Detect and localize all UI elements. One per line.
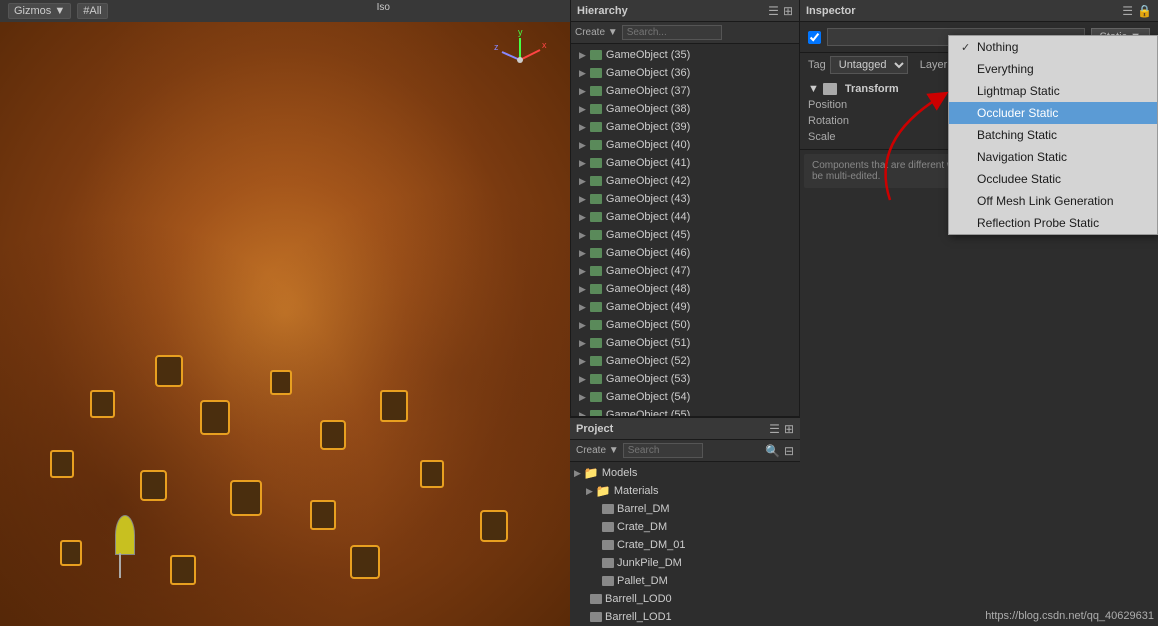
- transform-expand-icon: ▼: [808, 83, 819, 95]
- project-item[interactable]: Barrell_LOD1: [570, 608, 800, 626]
- hierarchy-item[interactable]: ▶GameObject (40): [571, 136, 799, 154]
- project-item[interactable]: Pallet_DM: [570, 572, 800, 590]
- hierarchy-item[interactable]: ▶GameObject (41): [571, 154, 799, 172]
- stump: [350, 545, 380, 579]
- hierarchy-item[interactable]: ▶GameObject (42): [571, 172, 799, 190]
- view-label: Iso: [377, 2, 390, 13]
- position-label: Position: [808, 99, 868, 111]
- hierarchy-item[interactable]: ▶GameObject (48): [571, 280, 799, 298]
- project-create-btn[interactable]: Create ▼: [576, 445, 619, 456]
- project-item[interactable]: JunkPile_DM: [570, 554, 800, 572]
- hierarchy-item[interactable]: ▶GameObject (36): [571, 64, 799, 82]
- axis-gizmo: x y z: [490, 30, 550, 90]
- dropdown-item[interactable]: Reflection Probe Static: [949, 212, 1157, 234]
- transform-label: Transform: [845, 83, 899, 95]
- project-panel: Project ☰ ⊞ Create ▼ 🔍 ⊟ ▶📁Models▶📁Mater…: [570, 416, 800, 626]
- hierarchy-item[interactable]: ▶GameObject (39): [571, 118, 799, 136]
- hierarchy-item[interactable]: ▶GameObject (43): [571, 190, 799, 208]
- hierarchy-item[interactable]: ▶GameObject (44): [571, 208, 799, 226]
- hierarchy-menu-icon[interactable]: ☰: [768, 4, 779, 18]
- svg-text:y: y: [518, 30, 523, 37]
- dropdown-item[interactable]: Batching Static: [949, 124, 1157, 146]
- stump: [380, 390, 408, 422]
- hierarchy-item[interactable]: ▶GameObject (50): [571, 316, 799, 334]
- stump: [420, 460, 444, 488]
- dropdown-item[interactable]: Off Mesh Link Generation: [949, 190, 1157, 212]
- hierarchy-item[interactable]: ▶GameObject (49): [571, 298, 799, 316]
- dropdown-item[interactable]: Occludee Static: [949, 168, 1157, 190]
- stump: [170, 555, 196, 585]
- plant-marker: [115, 515, 135, 555]
- stump: [200, 400, 230, 435]
- tag-label: Tag: [808, 59, 826, 71]
- project-menu-icon[interactable]: ☰: [769, 422, 780, 436]
- svg-text:x: x: [542, 40, 547, 50]
- hierarchy-item[interactable]: ▶GameObject (53): [571, 370, 799, 388]
- stump: [270, 370, 292, 395]
- dropdown-item[interactable]: Occluder Static: [949, 102, 1157, 124]
- dropdown-item[interactable]: ✓Nothing: [949, 36, 1157, 58]
- marker-pole: [119, 553, 121, 578]
- project-filter-icon[interactable]: ⊟: [784, 444, 794, 458]
- hierarchy-lock-icon[interactable]: ⊞: [783, 4, 793, 18]
- inspector-title: Inspector: [806, 5, 856, 17]
- hierarchy-title: Hierarchy: [577, 5, 628, 17]
- stump: [90, 390, 115, 418]
- hierarchy-item[interactable]: ▶GameObject (45): [571, 226, 799, 244]
- hierarchy-item[interactable]: ▶GameObject (37): [571, 82, 799, 100]
- project-item[interactable]: ▶📁Models: [570, 464, 800, 482]
- dropdown-item[interactable]: Lightmap Static: [949, 80, 1157, 102]
- project-layout-icon[interactable]: ⊞: [784, 422, 794, 436]
- hierarchy-item[interactable]: ▶GameObject (35): [571, 46, 799, 64]
- project-search-input[interactable]: [623, 443, 703, 458]
- project-item[interactable]: Barrell_LOD0: [570, 590, 800, 608]
- stump: [140, 470, 167, 501]
- project-item[interactable]: Barrel_DM: [570, 500, 800, 518]
- svg-text:z: z: [494, 42, 499, 52]
- project-search-bar: Create ▼ 🔍 ⊟: [570, 440, 800, 462]
- object-active-checkbox[interactable]: [808, 31, 821, 44]
- tag-select[interactable]: Untagged: [830, 56, 908, 74]
- hierarchy-item[interactable]: ▶GameObject (47): [571, 262, 799, 280]
- create-label[interactable]: Create ▼: [575, 27, 618, 38]
- project-item[interactable]: ▶📁Materials: [570, 482, 800, 500]
- project-list: ▶📁Models▶📁MaterialsBarrel_DMCrate_DMCrat…: [570, 462, 800, 626]
- stump: [320, 420, 346, 450]
- hierarchy-item[interactable]: ▶GameObject (54): [571, 388, 799, 406]
- scene-view[interactable]: Gizmos ▼ #All Iso x y z: [0, 0, 570, 626]
- stump: [310, 500, 336, 530]
- hierarchy-toolbar: Hierarchy ☰ ⊞: [571, 0, 799, 22]
- inspector-lock-icon[interactable]: 🔒: [1137, 4, 1152, 18]
- stump: [60, 540, 82, 566]
- project-toolbar: Project ☰ ⊞: [570, 418, 800, 440]
- stump: [230, 480, 262, 516]
- hierarchy-item[interactable]: ▶GameObject (52): [571, 352, 799, 370]
- stump: [155, 355, 183, 387]
- project-search-icon[interactable]: 🔍: [765, 444, 780, 458]
- rotation-label: Rotation: [808, 115, 868, 127]
- dropdown-item[interactable]: Navigation Static: [949, 146, 1157, 168]
- hierarchy-item[interactable]: ▶GameObject (51): [571, 334, 799, 352]
- inspector-menu-icon[interactable]: ☰: [1122, 4, 1133, 18]
- hierarchy-item[interactable]: ▶GameObject (38): [571, 100, 799, 118]
- hierarchy-item[interactable]: ▶GameObject (46): [571, 244, 799, 262]
- layer-label: Layer: [920, 59, 948, 71]
- hierarchy-search-input[interactable]: [622, 25, 722, 40]
- stump: [480, 510, 508, 542]
- dropdown-item[interactable]: Everything: [949, 58, 1157, 80]
- stump: [50, 450, 74, 478]
- transform-icon: [823, 83, 837, 95]
- project-item[interactable]: Crate_DM: [570, 518, 800, 536]
- static-flags-dropdown: ✓NothingEverythingLightmap StaticOcclude…: [948, 35, 1158, 235]
- hash-all-button[interactable]: #All: [77, 3, 107, 19]
- project-item[interactable]: Crate_DM_01: [570, 536, 800, 554]
- scene-toolbar: Gizmos ▼ #All Iso: [0, 0, 570, 22]
- project-title: Project: [576, 423, 613, 435]
- gizmos-button[interactable]: Gizmos ▼: [8, 3, 71, 19]
- scale-label: Scale: [808, 131, 868, 143]
- inspector-toolbar: Inspector ☰ 🔒: [800, 0, 1158, 22]
- hierarchy-search-bar: Create ▼: [571, 22, 799, 44]
- inspector-panel: Inspector ☰ 🔒 Static ▼ Tag Untagged Laye…: [800, 0, 1158, 626]
